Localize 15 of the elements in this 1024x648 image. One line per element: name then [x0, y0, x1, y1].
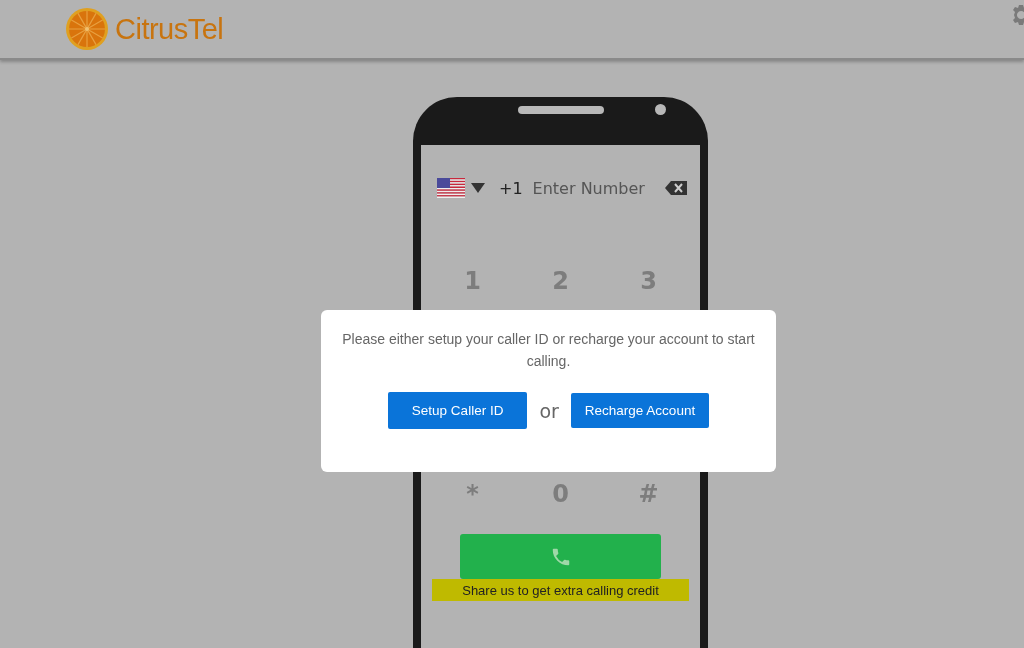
setup-caller-id-button[interactable]: Setup Caller ID [387, 392, 528, 429]
backspace-icon[interactable] [664, 181, 687, 195]
brand-name: CitrusTel [115, 12, 224, 46]
camera-dot [655, 104, 666, 115]
share-banner[interactable]: Share us to get extra calling credit [432, 579, 689, 601]
country-code: +1 [499, 178, 523, 198]
dialog-message: Please either setup your caller ID or recharge your account to start calling. [341, 330, 756, 371]
phone-number-field[interactable]: Enter Number [532, 178, 653, 198]
citrus-slice-logo-icon [65, 7, 109, 51]
dial-key[interactable]: # [618, 480, 679, 508]
dial-key[interactable]: * [442, 480, 503, 508]
us-flag-icon[interactable] [437, 178, 465, 198]
recharge-account-button[interactable]: Recharge Account [570, 393, 710, 428]
dropdown-caret-icon[interactable] [471, 183, 485, 193]
or-separator: or [539, 399, 559, 422]
